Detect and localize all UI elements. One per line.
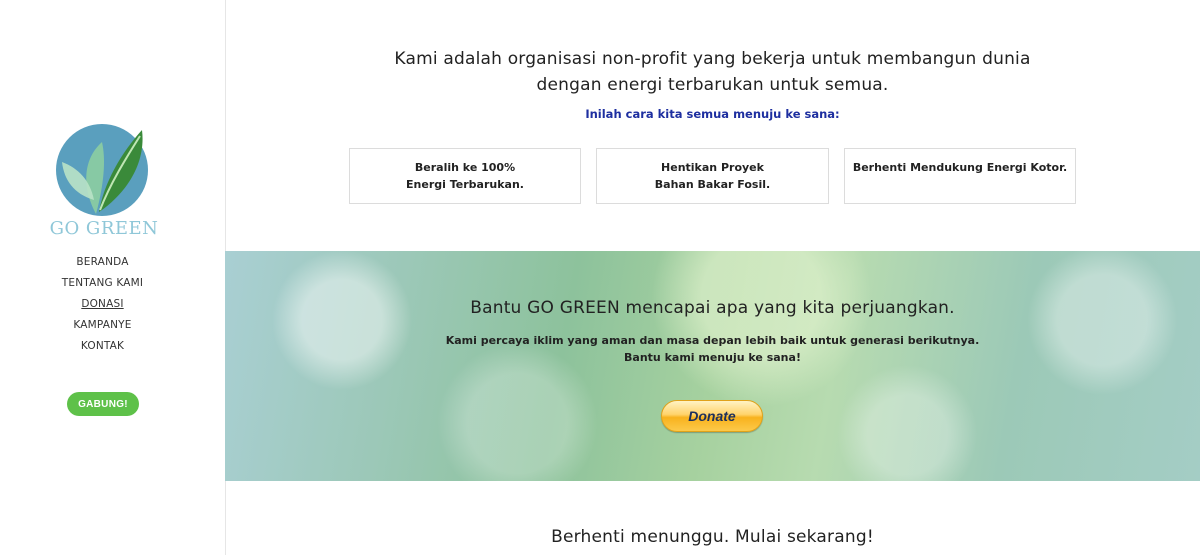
nav-item-label: TENTANG KAMI <box>61 277 144 289</box>
nav-item-label: KONTAK <box>80 340 125 352</box>
banner-line: Bantu kami menuju ke sana! <box>624 351 801 364</box>
donate-button[interactable]: Donate <box>661 400 763 432</box>
goal-line: Hentikan Proyek <box>661 161 764 174</box>
nav-item-label: DONASI <box>81 298 124 310</box>
join-button[interactable]: GABUNG! <box>67 392 139 416</box>
closing-heading: Berhenti menunggu. Mulai sekarang! <box>551 527 874 547</box>
mission-statement: Kami adalah organisasi non-profit yang b… <box>225 46 1200 98</box>
goal-line: Bahan Bakar Fosil. <box>654 178 771 191</box>
mission-text: Kami adalah organisasi non-profit yang b… <box>394 49 1031 95</box>
logo-text: GO GREEN <box>49 218 159 239</box>
nav-item-tentang-kami[interactable]: TENTANG KAMI <box>0 275 205 296</box>
banner-subtitle: Kami percaya iklim yang aman dan masa de… <box>225 332 1200 366</box>
go-green-logo[interactable]: GO GREEN <box>44 122 164 242</box>
nav-item-label: BERANDA <box>76 256 129 268</box>
nav-item-kampanye[interactable]: KAMPANYE <box>0 317 205 338</box>
nav-item-label: KAMPANYE <box>73 319 132 331</box>
nav-item-beranda[interactable]: BERANDA <box>0 254 205 275</box>
goal-card-stop-fossil: Hentikan Proyek Bahan Bakar Fosil. <box>596 148 829 204</box>
main-nav: BERANDA TENTANG KAMI DONASI KAMPANYE KON… <box>0 254 205 359</box>
goal-line: Beralih ke 100% <box>414 161 516 174</box>
goal-card-stop-dirty-energy: Berhenti Mendukung Energi Kotor. <box>844 148 1076 204</box>
goal-card-renewable: Beralih ke 100% Energi Terbarukan. <box>349 148 581 204</box>
how-heading: Inilah cara kita semua menuju ke sana: <box>585 107 840 121</box>
donation-banner: Bantu GO GREEN mencapai apa yang kita pe… <box>225 251 1200 481</box>
nav-item-donasi[interactable]: DONASI <box>0 296 205 317</box>
goal-line: Berhenti Mendukung Energi Kotor. <box>852 161 1068 174</box>
goal-line: Energi Terbarukan. <box>406 178 524 191</box>
leaf-logo-icon <box>56 124 148 216</box>
sidebar: GO GREEN BERANDA TENTANG KAMI DONASI KAM… <box>0 0 226 555</box>
nav-item-kontak[interactable]: KONTAK <box>0 338 205 359</box>
banner-title: Bantu GO GREEN mencapai apa yang kita pe… <box>470 298 955 318</box>
banner-line: Kami percaya iklim yang aman dan masa de… <box>445 334 980 347</box>
